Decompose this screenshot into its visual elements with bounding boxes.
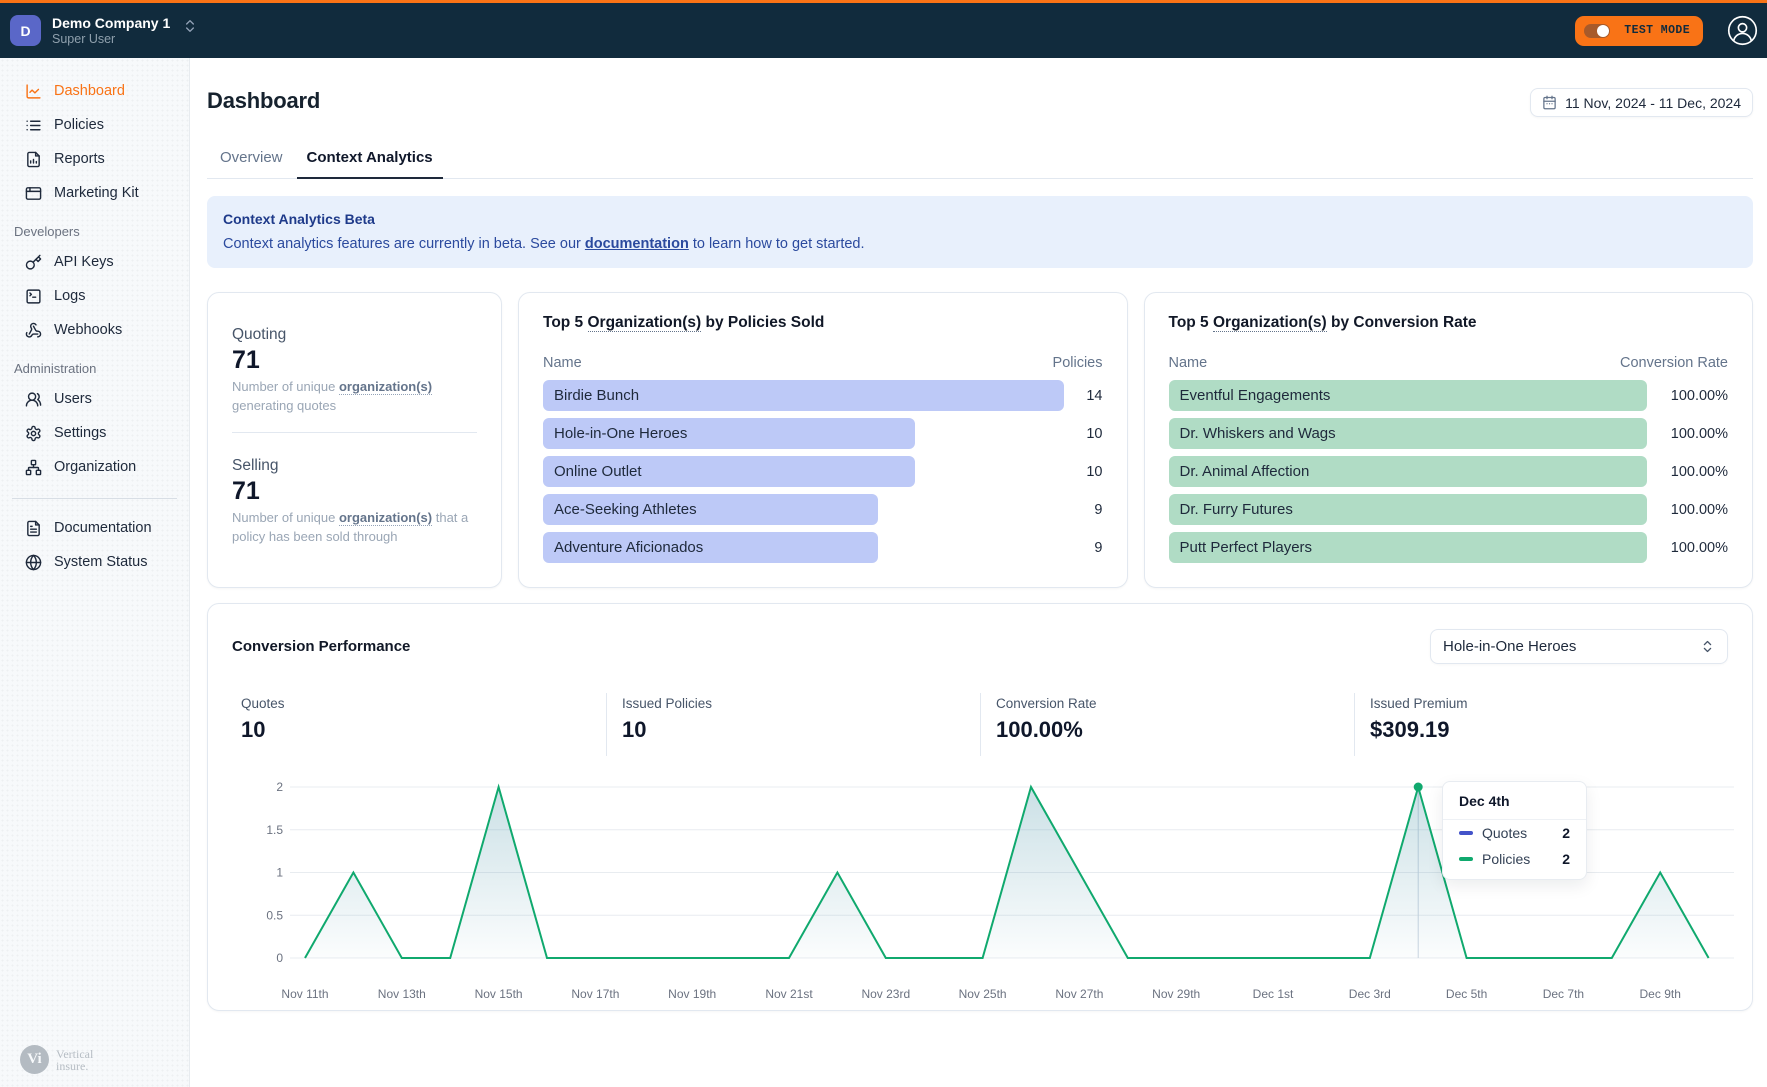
svg-text:Dec 3rd: Dec 3rd [1349, 987, 1391, 1001]
svg-text:Nov 19th: Nov 19th [668, 987, 716, 1001]
svg-text:2: 2 [276, 780, 283, 794]
svg-text:Nov 13th: Nov 13th [378, 987, 426, 1001]
svg-text:Nov 29th: Nov 29th [1152, 987, 1200, 1001]
svg-text:Nov 15th: Nov 15th [475, 987, 523, 1001]
svg-text:Dec 9th: Dec 9th [1640, 987, 1681, 1001]
svg-text:0.5: 0.5 [266, 908, 283, 922]
svg-text:Nov 23rd: Nov 23rd [861, 987, 910, 1001]
svg-text:Dec 1st: Dec 1st [1253, 987, 1294, 1001]
svg-text:0: 0 [276, 951, 283, 965]
svg-text:Dec 7th: Dec 7th [1543, 987, 1584, 1001]
svg-text:Nov 25th: Nov 25th [959, 987, 1007, 1001]
svg-text:Dec 5th: Dec 5th [1446, 987, 1487, 1001]
svg-text:Nov 21st: Nov 21st [765, 987, 813, 1001]
svg-text:1: 1 [276, 866, 283, 880]
svg-text:Nov 27th: Nov 27th [1055, 987, 1103, 1001]
svg-text:1.5: 1.5 [266, 823, 283, 837]
svg-text:Nov 11th: Nov 11th [281, 987, 328, 1001]
svg-text:Nov 17th: Nov 17th [571, 987, 619, 1001]
